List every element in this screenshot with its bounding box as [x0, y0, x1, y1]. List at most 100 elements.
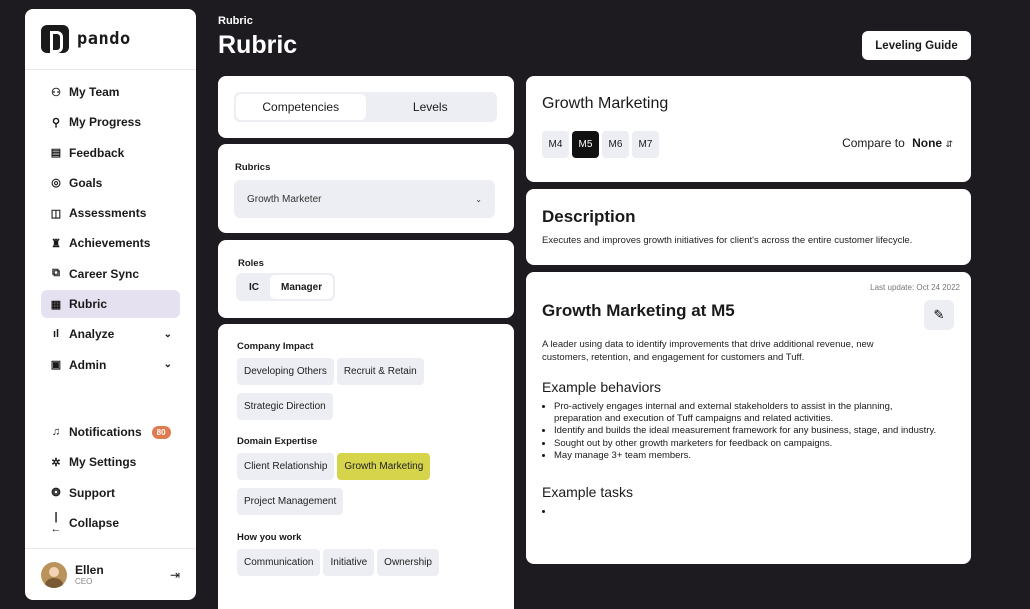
last-update: Last update: Oct 24 2022 [870, 283, 960, 292]
list-item: Identify and builds the ideal measuremen… [554, 425, 937, 437]
competency-list-card: Company Impact Developing Others Recruit… [218, 324, 514, 609]
sort-arrows-icon: ⇵ [945, 139, 953, 149]
avatar [41, 561, 67, 588]
sidebar-item-support[interactable]: ❂ Support [41, 479, 180, 507]
chip-developing-others[interactable]: Developing Others [237, 358, 334, 385]
sidebar-item-achievements[interactable]: ♜ Achievements [41, 229, 180, 257]
rubric-select[interactable]: Growth Marketer ⌄ [234, 180, 495, 218]
page-title: Rubric [218, 31, 298, 59]
level-m5[interactable]: M5 [572, 131, 599, 158]
level-m6[interactable]: M6 [602, 131, 629, 158]
chevron-down-icon: ⌄ [163, 328, 172, 340]
compare-value: None [912, 136, 943, 150]
chip-growth-marketing[interactable]: Growth Marketing [337, 453, 431, 480]
competency-header-card: Growth Marketing M4 M5 M6 M7 Compare to … [526, 76, 971, 182]
gear-icon: ✲ [51, 456, 61, 469]
breadcrumb: Rubric [218, 15, 253, 27]
level-m4[interactable]: M4 [542, 131, 569, 158]
logout-icon[interactable]: ⇥ [170, 568, 180, 582]
group-title: Domain Expertise [237, 436, 318, 447]
group-title: Company Impact [237, 341, 314, 352]
logo[interactable]: pando [25, 9, 196, 70]
chip-strategic-direction[interactable]: Strategic Direction [237, 393, 333, 420]
rubric-select-value: Growth Marketer [247, 193, 322, 205]
rubrics-card: Rubrics Growth Marketer ⌄ [218, 144, 514, 233]
pando-logo-icon [41, 25, 69, 53]
chip-initiative[interactable]: Initiative [323, 549, 375, 576]
chip-client-relationship[interactable]: Client Relationship [237, 453, 335, 480]
sidebar-item-my-progress[interactable]: ⚲ My Progress [41, 108, 180, 136]
edit-button[interactable]: ✎ [924, 300, 954, 330]
list-item: Pro-actively engages internal and extern… [554, 401, 937, 426]
chip-ownership[interactable]: Ownership [377, 549, 439, 576]
user-role: CEO [75, 577, 93, 586]
chip-communication[interactable]: Communication [237, 549, 321, 576]
notification-badge: 80 [151, 425, 171, 439]
person-icon: ⚲ [51, 116, 61, 129]
level-detail-card: Last update: Oct 24 2022 ✎ Growth Market… [526, 272, 971, 564]
bar-chart-icon: ıl [52, 328, 60, 341]
behaviors-title: Example behaviors [542, 378, 662, 395]
view-toggle: Competencies Levels [234, 92, 497, 122]
user-name: Ellen [75, 563, 104, 577]
role-manager[interactable]: Manager [270, 275, 334, 299]
chip-project-management[interactable]: Project Management [237, 488, 344, 515]
tab-levels[interactable]: Levels [366, 94, 496, 120]
bottom-nav: ♫ Notifications 80 ✲ My Settings ❂ Support |… [41, 418, 180, 539]
list-item [554, 506, 917, 518]
competency-title: Growth Marketing [542, 95, 669, 112]
sidebar-item-collapse[interactable]: |← Collapse [41, 509, 180, 537]
sidebar-item-admin[interactable]: ▣ Admin ⌄ [41, 351, 180, 379]
support-icon: ❂ [51, 487, 61, 500]
sidebar-item-goals[interactable]: ◎ Goals [41, 169, 180, 197]
chevron-down-icon: ⌄ [475, 194, 482, 204]
role-toggle: IC Manager [236, 273, 336, 301]
sidebar: pando ⚇ My Team ⚲ My Progress ▤ Feedback ◎ G… [25, 9, 196, 600]
list-item: May manage 3+ team members. [554, 450, 937, 462]
target-icon: ◎ [51, 177, 61, 190]
collapse-icon: |← [50, 510, 62, 535]
competency-group: Domain Expertise Client Relationship Gro… [237, 436, 497, 515]
roles-label: Roles [238, 258, 264, 269]
tab-competencies[interactable]: Competencies [236, 94, 366, 120]
view-toggle-card: Competencies Levels [218, 76, 514, 138]
behaviors-list: Pro-actively engages internal and extern… [542, 401, 937, 463]
level-selector: M4 M5 M6 M7 [542, 131, 668, 158]
sidebar-item-notifications[interactable]: ♫ Notifications 80 [41, 418, 180, 446]
chevron-down-icon: ⌄ [163, 359, 172, 371]
competency-group: How you work Communication Initiative Ow… [237, 532, 497, 576]
chip-recruit-retain[interactable]: Recruit & Retain [336, 358, 424, 385]
rubric-icon: ▦ [50, 298, 62, 311]
main-nav: ⚇ My Team ⚲ My Progress ▤ Feedback ◎ Goals ◫… [25, 70, 196, 379]
user-profile[interactable]: Ellen CEO ⇥ [25, 548, 196, 600]
sidebar-item-feedback[interactable]: ▤ Feedback [41, 139, 180, 167]
sidebar-item-analyze[interactable]: ıl Analyze ⌄ [41, 320, 180, 348]
role-ic[interactable]: IC [238, 275, 270, 299]
competency-group: Company Impact Developing Others Recruit… [237, 341, 497, 420]
compare-label: Compare to [842, 136, 905, 150]
tasks-title: Example tasks [542, 484, 634, 501]
people-icon: ⚇ [51, 86, 61, 99]
level-description: A leader using data to identify improvem… [542, 339, 874, 363]
sidebar-item-rubric[interactable]: ▦ Rubric [41, 290, 180, 319]
description-text: Executes and improves growth initiatives… [542, 235, 913, 246]
compare-select[interactable]: Compare to None ⇵ [842, 136, 953, 150]
level-title: Growth Marketing at M5 [542, 301, 735, 320]
brand-name: pando [77, 29, 131, 49]
roles-card: Roles IC Manager [218, 240, 514, 318]
list-item: Sought out by other growth marketers for… [554, 438, 937, 450]
bell-icon: ♫ [51, 426, 61, 438]
group-title: How you work [237, 532, 302, 543]
sidebar-item-my-settings[interactable]: ✲ My Settings [41, 448, 180, 476]
message-icon: ▤ [50, 147, 62, 160]
sidebar-item-my-team[interactable]: ⚇ My Team [41, 78, 180, 106]
rubrics-label: Rubrics [235, 162, 271, 173]
description-card: Description Executes and improves growth… [526, 189, 971, 265]
document-icon: ▣ [50, 359, 62, 372]
sync-icon: ⧉ [52, 267, 60, 280]
sidebar-item-assessments[interactable]: ◫ Assessments [41, 199, 180, 227]
leveling-guide-button[interactable]: Leveling Guide [862, 31, 971, 60]
sidebar-item-career-sync[interactable]: ⧉ Career Sync [41, 260, 180, 288]
level-m7[interactable]: M7 [632, 131, 659, 158]
pencil-icon: ✎ [933, 307, 945, 322]
